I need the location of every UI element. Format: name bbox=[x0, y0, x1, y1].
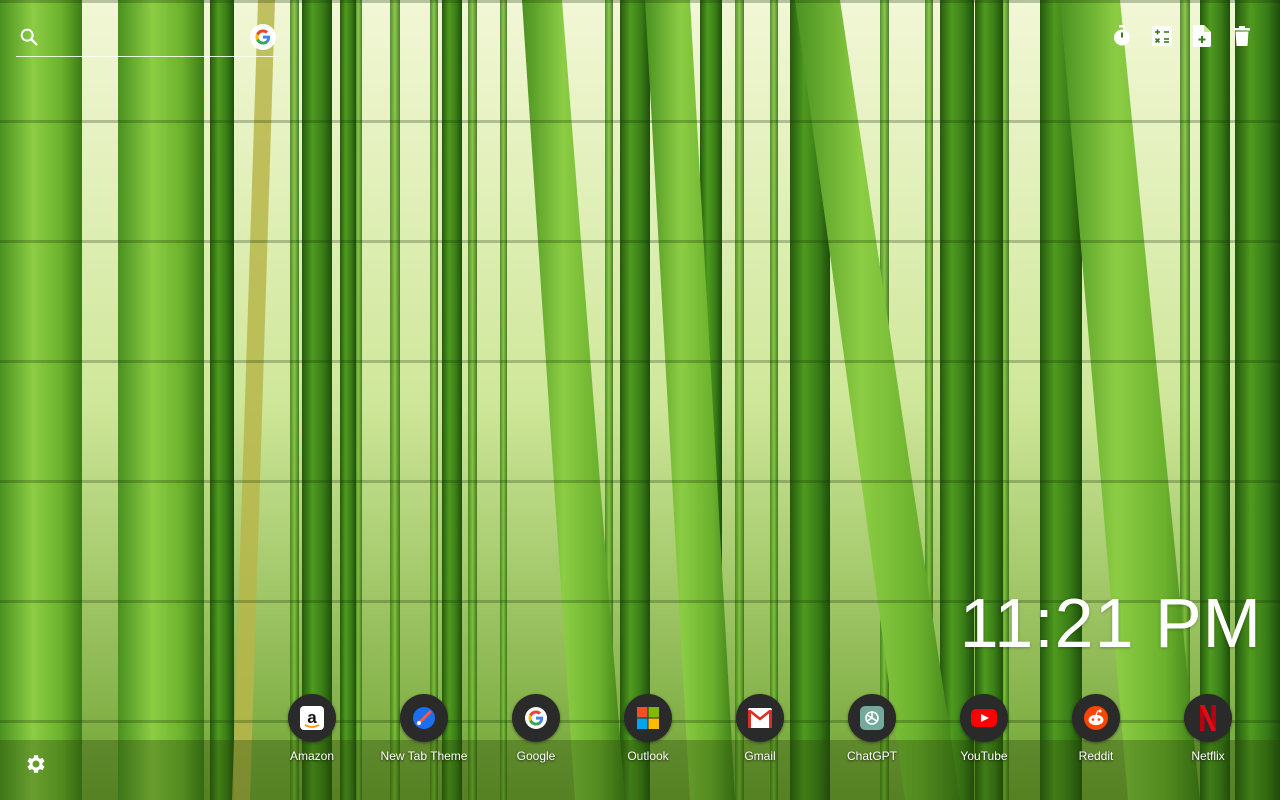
reddit-icon bbox=[1072, 694, 1120, 742]
new-tab-theme-icon bbox=[400, 694, 448, 742]
shortcut-label: Google bbox=[516, 749, 556, 763]
shortcut-youtube[interactable]: YouTube bbox=[928, 694, 1040, 763]
shortcut-label: Netflix bbox=[1191, 749, 1225, 763]
shortcut-chatgpt[interactable]: ChatGPT bbox=[816, 694, 928, 763]
shortcut-label: Amazon bbox=[289, 749, 335, 763]
shortcut-reddit[interactable]: Reddit bbox=[1040, 694, 1152, 763]
chatgpt-icon bbox=[848, 694, 896, 742]
clock: 11:21 PM bbox=[959, 584, 1262, 662]
bamboo-wallpaper bbox=[0, 0, 1280, 800]
trash-icon[interactable] bbox=[1230, 22, 1254, 50]
shortcut-label: New Tab Theme bbox=[380, 749, 468, 763]
gmail-icon bbox=[736, 694, 784, 742]
shortcut-gmail[interactable]: Gmail bbox=[704, 694, 816, 763]
shortcut-amazon[interactable]: a Amazon bbox=[256, 694, 368, 763]
netflix-icon bbox=[1184, 694, 1232, 742]
youtube-icon bbox=[960, 694, 1008, 742]
shortcut-label: ChatGPT bbox=[846, 749, 897, 763]
google-icon[interactable] bbox=[250, 24, 276, 50]
shortcut-google[interactable]: Google bbox=[480, 694, 592, 763]
svg-text:a: a bbox=[307, 708, 317, 727]
timer-icon[interactable] bbox=[1110, 22, 1134, 50]
amazon-icon: a bbox=[288, 694, 336, 742]
shortcut-label: Outlook bbox=[627, 749, 669, 763]
shortcut-label: Reddit bbox=[1078, 749, 1114, 763]
shortcut-bar: a Amazon New Tab Theme Google Outlook Gm… bbox=[256, 694, 1264, 763]
shortcut-netflix[interactable]: Netflix bbox=[1152, 694, 1264, 763]
search-input[interactable] bbox=[48, 26, 242, 52]
shortcut-label: YouTube bbox=[960, 749, 1008, 763]
microsoft-icon bbox=[624, 694, 672, 742]
add-note-icon[interactable] bbox=[1190, 22, 1214, 50]
shortcut-outlook[interactable]: Outlook bbox=[592, 694, 704, 763]
gear-icon[interactable] bbox=[24, 752, 48, 776]
search-bar bbox=[16, 22, 278, 57]
shortcut-new-tab-theme[interactable]: New Tab Theme bbox=[368, 694, 480, 763]
shortcut-label: Gmail bbox=[744, 749, 776, 763]
search-icon[interactable] bbox=[18, 26, 40, 48]
top-toolbar bbox=[1110, 22, 1254, 50]
calculator-icon[interactable] bbox=[1150, 22, 1174, 50]
google-icon bbox=[512, 694, 560, 742]
